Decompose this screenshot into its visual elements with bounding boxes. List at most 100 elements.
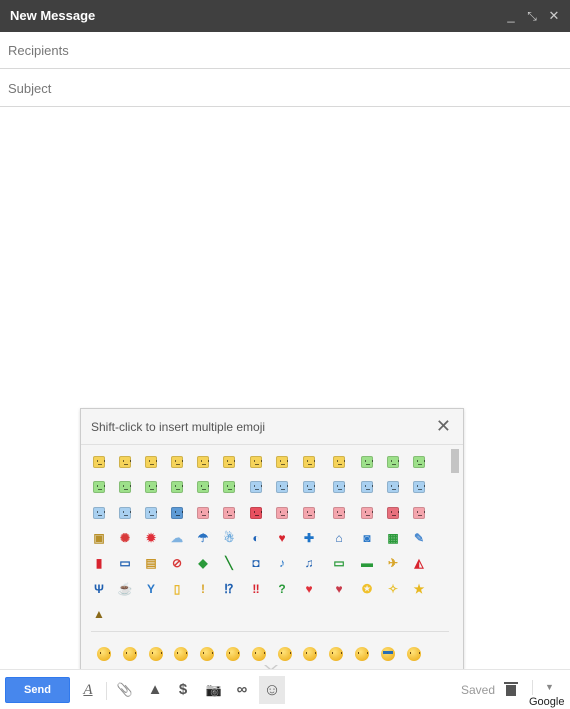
- emoji-house[interactable]: ⌂: [329, 528, 349, 548]
- emoji-green-unamused[interactable]: [167, 477, 187, 497]
- recent-happy-emoji[interactable]: [200, 647, 215, 661]
- emoji-car[interactable]: ◆: [193, 553, 213, 573]
- recent-cool-emoji[interactable]: [380, 647, 395, 661]
- emoji-icon[interactable]: ☺: [259, 676, 285, 704]
- emoji-snowman[interactable]: ☃: [219, 528, 239, 548]
- emoji-red-annoyed[interactable]: [329, 502, 349, 522]
- emoji-green-neutral[interactable]: [383, 451, 403, 471]
- emoji-sparkles[interactable]: ✧: [383, 579, 403, 599]
- emoji-blue-sweat[interactable]: [329, 477, 349, 497]
- emoji-exclamation[interactable]: !: [193, 579, 213, 599]
- emoji-computer[interactable]: ▭: [115, 553, 135, 573]
- emoji-phone[interactable]: ▮: [89, 553, 109, 573]
- emoji-green-dizzy[interactable]: [219, 477, 239, 497]
- emoji-green-sick[interactable]: [89, 477, 109, 497]
- recent-smile-emoji[interactable]: [97, 647, 111, 661]
- emoji-question[interactable]: ?: [272, 579, 292, 599]
- photo-icon[interactable]: 📷: [203, 679, 225, 701]
- emoji-bird[interactable]: ✈: [383, 553, 403, 573]
- emoji-content[interactable]: [219, 451, 239, 471]
- emoji-broken-heart[interactable]: ♥: [329, 579, 349, 599]
- emoji-briefcase[interactable]: ▤: [141, 553, 161, 573]
- emoji-cocktail[interactable]: Y: [141, 579, 161, 599]
- emoji-sun[interactable]: ✹: [141, 528, 161, 548]
- recent-laugh-emoji[interactable]: [277, 647, 292, 661]
- emoji-happy[interactable]: [115, 451, 135, 471]
- title-bar[interactable]: New Message _ ⤡ ✕: [0, 0, 570, 32]
- emoji-small-smile[interactable]: [272, 451, 292, 471]
- attach-icon[interactable]: 📎: [114, 679, 136, 701]
- emoji-tv[interactable]: ▭: [329, 553, 349, 573]
- emoji-green-sad[interactable]: [115, 477, 135, 497]
- emoji-blue-cold[interactable]: [89, 502, 109, 522]
- emoji-blue-fear[interactable]: [167, 502, 187, 522]
- emoji-coffee[interactable]: ☕: [115, 579, 135, 599]
- emoji-green-smirk[interactable]: [141, 477, 161, 497]
- emoji-laugh[interactable]: [167, 451, 187, 471]
- emoji-smile[interactable]: [89, 451, 109, 471]
- emoji-green-glasses[interactable]: [409, 451, 429, 471]
- recent-thinking-emoji[interactable]: [329, 647, 344, 661]
- emoji-camera[interactable]: ◙: [357, 528, 377, 548]
- send-button[interactable]: Send: [5, 677, 70, 703]
- recent-grin-emoji[interactable]: [174, 647, 189, 661]
- emoji-blue-cry[interactable]: [141, 502, 161, 522]
- emoji-blue-worried[interactable]: [383, 477, 403, 497]
- recent-relieved-emoji[interactable]: [355, 647, 369, 661]
- emoji-red-angry[interactable]: [299, 502, 319, 522]
- emoji-tongue[interactable]: [329, 451, 349, 471]
- popout-button[interactable]: ⤡: [523, 6, 541, 26]
- emoji-red-laugh[interactable]: [219, 502, 239, 522]
- emoji-interrobang[interactable]: ⁉: [219, 579, 239, 599]
- emoji-picker-close-icon[interactable]: ✕: [436, 416, 451, 437]
- emoji-cake[interactable]: ◭: [409, 553, 429, 573]
- emoji-scrollbar-thumb[interactable]: [451, 449, 459, 473]
- emoji-microphone[interactable]: ╲: [219, 553, 239, 573]
- emoji-moon[interactable]: ◐: [246, 528, 266, 548]
- subject-input[interactable]: [0, 70, 570, 106]
- close-button[interactable]: ✕: [545, 6, 563, 26]
- emoji-baseball[interactable]: ⊘: [167, 553, 187, 573]
- formatting-icon[interactable]: A: [77, 679, 99, 701]
- emoji-blue-sunglasses[interactable]: [246, 477, 266, 497]
- emoji-blue-confused[interactable]: [299, 477, 319, 497]
- recent-blush-emoji[interactable]: [226, 647, 240, 661]
- more-options-icon[interactable]: ▼: [545, 682, 554, 692]
- recipients-input[interactable]: [0, 32, 570, 68]
- emoji-blue-scream[interactable]: [357, 477, 377, 497]
- emoji-double-exclamation[interactable]: ‼: [246, 579, 266, 599]
- emoji-beer[interactable]: ▯: [167, 579, 187, 599]
- emoji-wink[interactable]: [141, 451, 161, 471]
- money-icon[interactable]: $: [172, 679, 194, 701]
- emoji-music-note[interactable]: ♪: [272, 553, 292, 573]
- emoji-grin[interactable]: [246, 451, 266, 471]
- emoji-red-mad[interactable]: [357, 502, 377, 522]
- emoji-blush[interactable]: [193, 451, 213, 471]
- emoji-green-skeptic[interactable]: [193, 477, 213, 497]
- emoji-red-pout[interactable]: [272, 502, 292, 522]
- emoji-clover[interactable]: ✚: [299, 528, 319, 548]
- emoji-blue-tired[interactable]: [115, 502, 135, 522]
- emoji-crab[interactable]: ✺: [115, 528, 135, 548]
- recent-surprised-emoji[interactable]: [251, 647, 266, 661]
- emoji-star[interactable]: ★: [409, 579, 429, 599]
- emoji-music-notes[interactable]: ♫: [299, 553, 319, 573]
- drive-icon[interactable]: ▲: [144, 679, 166, 701]
- emoji-kiss-wide[interactable]: [299, 451, 319, 471]
- emoji-gift[interactable]: ▦: [383, 528, 403, 548]
- recent-wink-emoji[interactable]: [122, 647, 137, 661]
- emoji-radio[interactable]: ▬: [357, 553, 377, 573]
- emoji-pig[interactable]: [409, 502, 429, 522]
- emoji-green-smile[interactable]: [357, 451, 377, 471]
- emoji-devil[interactable]: [383, 502, 403, 522]
- emoji-red-tongue[interactable]: [193, 502, 213, 522]
- emoji-red-love[interactable]: [246, 502, 266, 522]
- emoji-light-bulb[interactable]: ✪: [357, 579, 377, 599]
- emoji-balloon[interactable]: ✎: [409, 528, 429, 548]
- emoji-heart[interactable]: ♥: [299, 579, 319, 599]
- emoji-poop[interactable]: ▲: [89, 604, 109, 624]
- emoji-scrollbar[interactable]: [451, 449, 459, 629]
- emoji-blue-frown[interactable]: [409, 477, 429, 497]
- emoji-cloud[interactable]: ☁: [167, 528, 187, 548]
- recent-content-emoji[interactable]: [303, 647, 318, 661]
